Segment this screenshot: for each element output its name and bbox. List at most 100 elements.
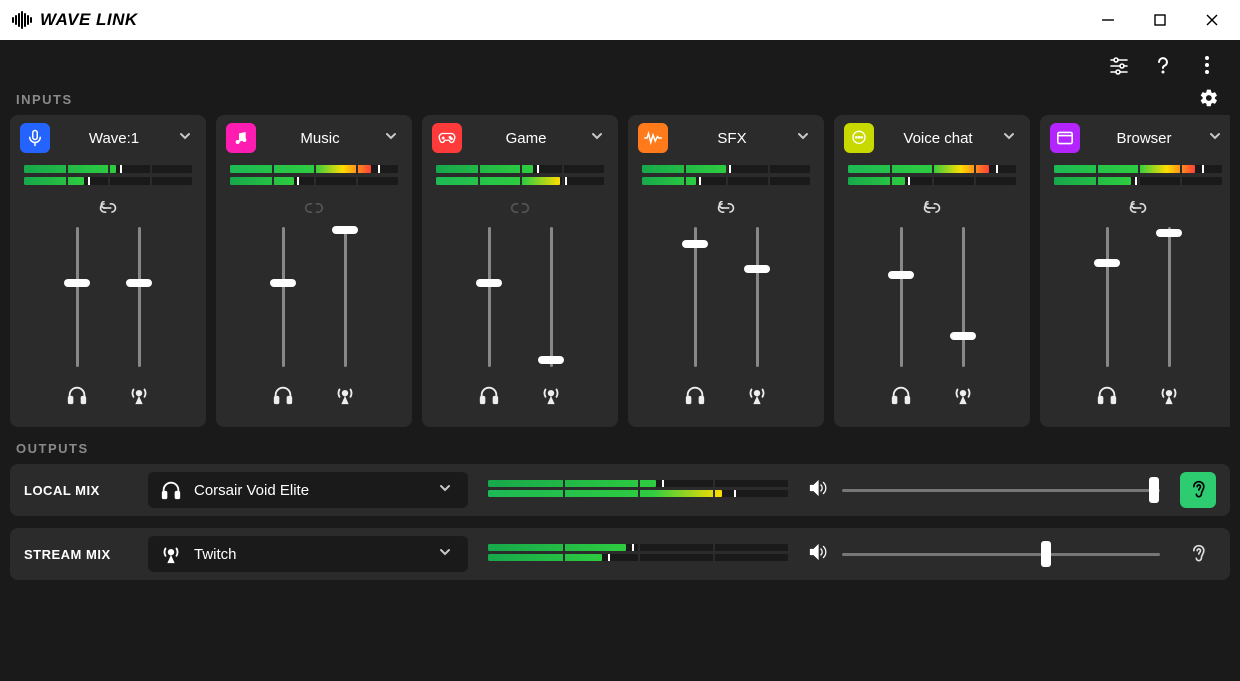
level-meter xyxy=(1054,165,1222,173)
fader-thumb[interactable] xyxy=(476,279,502,287)
monitor-toggle[interactable] xyxy=(1180,472,1216,508)
headphones-icon[interactable] xyxy=(890,383,912,407)
output-volume xyxy=(808,542,1160,567)
monitor-fader xyxy=(270,227,296,407)
link-faders-toggle[interactable] xyxy=(638,201,814,215)
channel-header: Music xyxy=(226,123,402,153)
fader-thumb[interactable] xyxy=(682,240,708,248)
output-device-select[interactable]: Twitch xyxy=(148,536,468,572)
link-faders-toggle[interactable] xyxy=(844,201,1020,215)
broadcast-icon[interactable] xyxy=(1158,383,1180,407)
inputs-settings-gear-icon[interactable] xyxy=(1198,87,1220,109)
channel-header: SFX xyxy=(638,123,814,153)
gamepad-icon[interactable] xyxy=(432,123,462,153)
fader-track[interactable] xyxy=(694,227,697,367)
monitor-fader xyxy=(1094,227,1120,407)
mixer-settings-icon[interactable] xyxy=(1108,54,1130,76)
fader-track[interactable] xyxy=(76,227,79,367)
link-faders-toggle[interactable] xyxy=(432,201,608,215)
link-faders-toggle[interactable] xyxy=(20,201,196,215)
window-icon[interactable] xyxy=(1050,123,1080,153)
fader-track[interactable] xyxy=(138,227,141,367)
channel-meters xyxy=(848,165,1016,189)
more-menu-icon[interactable] xyxy=(1196,54,1218,76)
level-meter xyxy=(24,165,192,173)
output-meters xyxy=(488,544,788,564)
speaker-icon[interactable] xyxy=(808,542,828,567)
help-icon[interactable] xyxy=(1152,54,1174,76)
level-meter xyxy=(488,544,788,551)
headphones-icon[interactable] xyxy=(272,383,294,407)
stream-fader xyxy=(538,227,564,407)
volume-thumb[interactable] xyxy=(1041,541,1051,567)
fader-track[interactable] xyxy=(962,227,965,367)
window-close-button[interactable] xyxy=(1200,8,1224,32)
level-meter xyxy=(436,177,604,185)
chat-icon[interactable] xyxy=(844,123,874,153)
channel-faders xyxy=(1050,223,1226,413)
level-meter xyxy=(848,177,1016,185)
fader-track[interactable] xyxy=(900,227,903,367)
chevron-down-icon[interactable] xyxy=(178,129,196,147)
channel-name[interactable]: Wave:1 xyxy=(60,130,168,147)
volume-slider[interactable] xyxy=(842,489,1160,492)
level-meter xyxy=(230,177,398,185)
channel-name[interactable]: Game xyxy=(472,130,580,147)
headphones-icon[interactable] xyxy=(684,383,706,407)
window-minimize-button[interactable] xyxy=(1096,8,1120,32)
chevron-down-icon[interactable] xyxy=(384,129,402,147)
fader-thumb[interactable] xyxy=(950,332,976,340)
channel-faders xyxy=(844,223,1020,413)
fader-thumb[interactable] xyxy=(332,226,358,234)
output-label: STREAM MIX xyxy=(24,547,128,562)
fader-track[interactable] xyxy=(488,227,491,367)
fader-thumb[interactable] xyxy=(1156,229,1182,237)
fader-thumb[interactable] xyxy=(538,356,564,364)
output-device-select[interactable]: Corsair Void Elite xyxy=(148,472,468,508)
channel-meters xyxy=(642,165,810,189)
headphones-icon[interactable] xyxy=(478,383,500,407)
volume-slider[interactable] xyxy=(842,553,1160,556)
fader-thumb[interactable] xyxy=(1094,259,1120,267)
music-note-icon[interactable] xyxy=(226,123,256,153)
headphones-icon[interactable] xyxy=(66,383,88,407)
fader-thumb[interactable] xyxy=(888,271,914,279)
channel-name[interactable]: Browser xyxy=(1090,130,1198,147)
channel-name[interactable]: Voice chat xyxy=(884,130,992,147)
broadcast-icon[interactable] xyxy=(952,383,974,407)
fader-thumb[interactable] xyxy=(126,279,152,287)
channel-browser: Browser xyxy=(1040,115,1230,427)
chevron-down-icon[interactable] xyxy=(796,129,814,147)
chevron-down-icon[interactable] xyxy=(590,129,608,147)
fader-track[interactable] xyxy=(550,227,553,367)
link-faders-toggle[interactable] xyxy=(1050,201,1226,215)
monitor-toggle[interactable] xyxy=(1180,536,1216,572)
fader-track[interactable] xyxy=(756,227,759,367)
fader-thumb[interactable] xyxy=(744,265,770,273)
fader-thumb[interactable] xyxy=(270,279,296,287)
channel-name[interactable]: Music xyxy=(266,130,374,147)
broadcast-icon[interactable] xyxy=(540,383,562,407)
broadcast-icon[interactable] xyxy=(128,383,150,407)
channel-music: Music xyxy=(216,115,412,427)
chevron-down-icon[interactable] xyxy=(1208,129,1226,147)
channel-meters xyxy=(436,165,604,189)
fader-track[interactable] xyxy=(1168,227,1171,367)
window-maximize-button[interactable] xyxy=(1148,8,1172,32)
speaker-icon[interactable] xyxy=(808,478,828,503)
fader-track[interactable] xyxy=(344,227,347,367)
waveform-icon[interactable] xyxy=(638,123,668,153)
volume-thumb[interactable] xyxy=(1149,477,1159,503)
channel-name[interactable]: SFX xyxy=(678,130,786,147)
level-meter xyxy=(488,554,788,561)
broadcast-icon[interactable] xyxy=(334,383,356,407)
broadcast-icon[interactable] xyxy=(746,383,768,407)
stream-fader xyxy=(1156,227,1182,407)
fader-thumb[interactable] xyxy=(64,279,90,287)
mic-icon[interactable] xyxy=(20,123,50,153)
headphones-icon[interactable] xyxy=(1096,383,1118,407)
link-faders-toggle[interactable] xyxy=(226,201,402,215)
fader-track[interactable] xyxy=(1106,227,1109,367)
fader-track[interactable] xyxy=(282,227,285,367)
chevron-down-icon[interactable] xyxy=(1002,129,1020,147)
